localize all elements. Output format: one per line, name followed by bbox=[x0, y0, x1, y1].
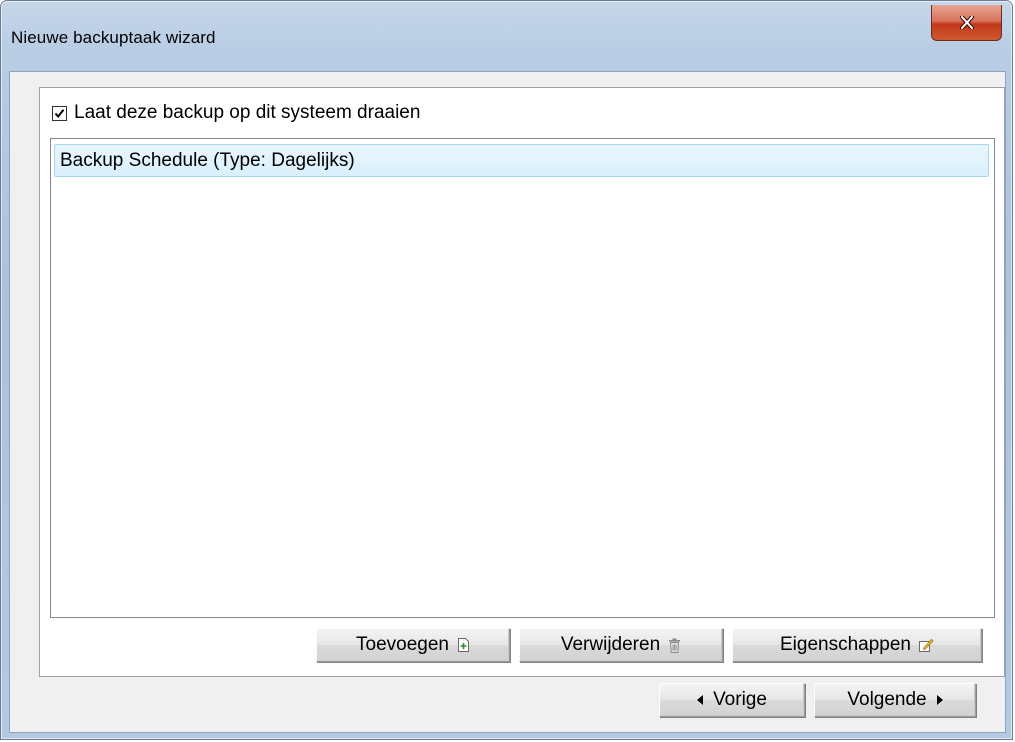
next-button[interactable]: Volgende bbox=[814, 683, 976, 717]
title-bar[interactable]: Nieuwe backuptaak wizard bbox=[1, 1, 1012, 61]
checkmark-icon bbox=[54, 108, 65, 118]
edit-icon bbox=[919, 638, 934, 652]
add-icon bbox=[457, 638, 470, 652]
properties-button-label: Eigenschappen bbox=[780, 634, 911, 655]
next-button-label: Volgende bbox=[847, 689, 927, 710]
close-button[interactable] bbox=[931, 5, 1002, 41]
run-on-system-option[interactable]: Laat deze backup op dit systeem draaien bbox=[52, 101, 420, 125]
trash-icon bbox=[668, 638, 681, 653]
previous-button[interactable]: Vorige bbox=[659, 683, 805, 717]
previous-button-label: Vorige bbox=[713, 689, 767, 710]
wizard-window: Nieuwe backuptaak wizard Laat deze backu… bbox=[0, 0, 1013, 740]
dialog-client-area: Laat deze backup op dit systeem draaien … bbox=[9, 71, 1006, 733]
close-x-icon bbox=[959, 16, 974, 29]
schedule-panel: Laat deze backup op dit systeem draaien … bbox=[39, 87, 1005, 677]
schedule-list[interactable]: Backup Schedule (Type: Dagelijks) bbox=[50, 138, 995, 618]
schedule-list-item[interactable]: Backup Schedule (Type: Dagelijks) bbox=[54, 144, 989, 177]
run-on-system-checkbox[interactable] bbox=[52, 105, 67, 121]
properties-button[interactable]: Eigenschappen bbox=[732, 628, 982, 662]
window-title: Nieuwe backuptaak wizard bbox=[11, 28, 216, 47]
run-on-system-label: Laat deze backup op dit systeem draaien bbox=[74, 102, 421, 123]
arrow-left-icon bbox=[697, 695, 705, 705]
add-button[interactable]: Toevoegen bbox=[316, 628, 510, 662]
remove-button-label: Verwijderen bbox=[560, 634, 661, 655]
remove-button[interactable]: Verwijderen bbox=[519, 628, 723, 662]
add-button-label: Toevoegen bbox=[356, 634, 449, 655]
arrow-right-icon bbox=[935, 695, 943, 705]
